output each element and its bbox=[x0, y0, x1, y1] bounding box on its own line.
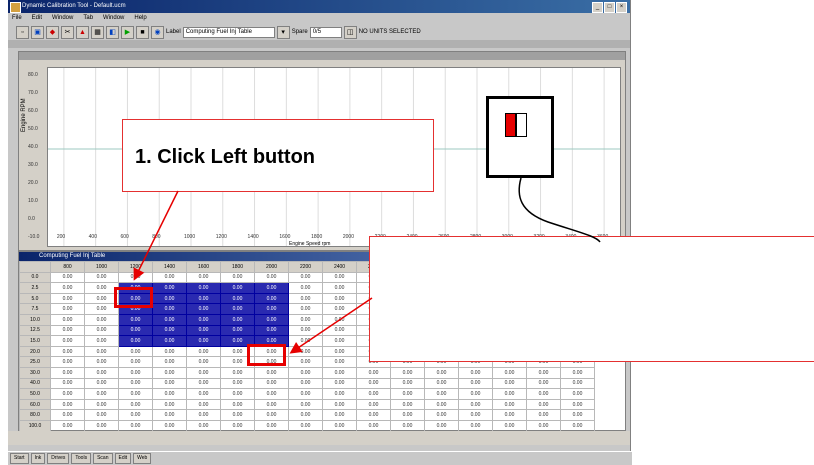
arrow-to-end-cell bbox=[289, 297, 373, 354]
annotation-arrows bbox=[133, 177, 601, 354]
mouse-cable bbox=[518, 177, 601, 243]
arrow-to-start-cell bbox=[133, 190, 179, 281]
